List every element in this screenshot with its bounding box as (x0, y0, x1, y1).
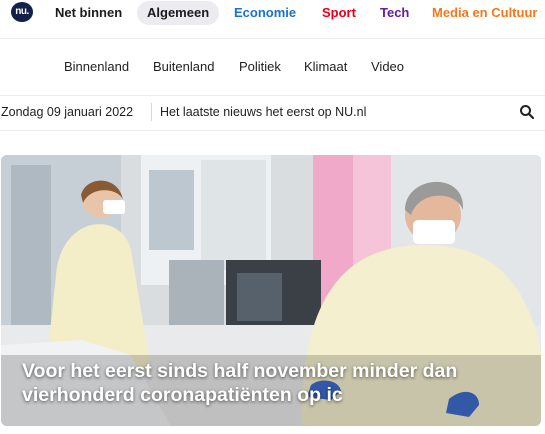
divider (151, 103, 152, 121)
tab-economie[interactable]: Economie (234, 5, 296, 21)
tab-media-en-cultuur[interactable]: Media en Cultuur (432, 5, 537, 21)
search-icon[interactable] (519, 104, 535, 120)
nu-logo[interactable]: nu. (11, 2, 33, 22)
tab-tech[interactable]: Tech (380, 5, 409, 21)
tagline: Het laatste nieuws het eerst op NU.nl (160, 105, 367, 119)
tab-algemeen[interactable]: Algemeen (137, 1, 220, 25)
subnav-item-binnenland[interactable]: Binnenland (64, 59, 129, 74)
tab-net-binnen[interactable]: Net binnen (55, 5, 122, 21)
subnav-item-klimaat[interactable]: Klimaat (304, 59, 347, 74)
info-bar: Zondag 09 januari 2022 Het laatste nieuw… (0, 95, 545, 131)
subnav-item-video[interactable]: Video (371, 59, 404, 74)
current-date: Zondag 09 januari 2022 (1, 105, 134, 119)
hero-headline[interactable]: Voor het eerst sinds half november minde… (22, 359, 522, 407)
subnav-item-politiek[interactable]: Politiek (239, 59, 281, 74)
top-navigation: nu. Net binnen Algemeen Economie Sport T… (0, 0, 545, 26)
subnav-item-buitenland[interactable]: Buitenland (153, 59, 214, 74)
sub-navigation: Binnenland Buitenland Politiek Klimaat V… (0, 38, 545, 95)
tab-sport[interactable]: Sport (322, 5, 356, 21)
